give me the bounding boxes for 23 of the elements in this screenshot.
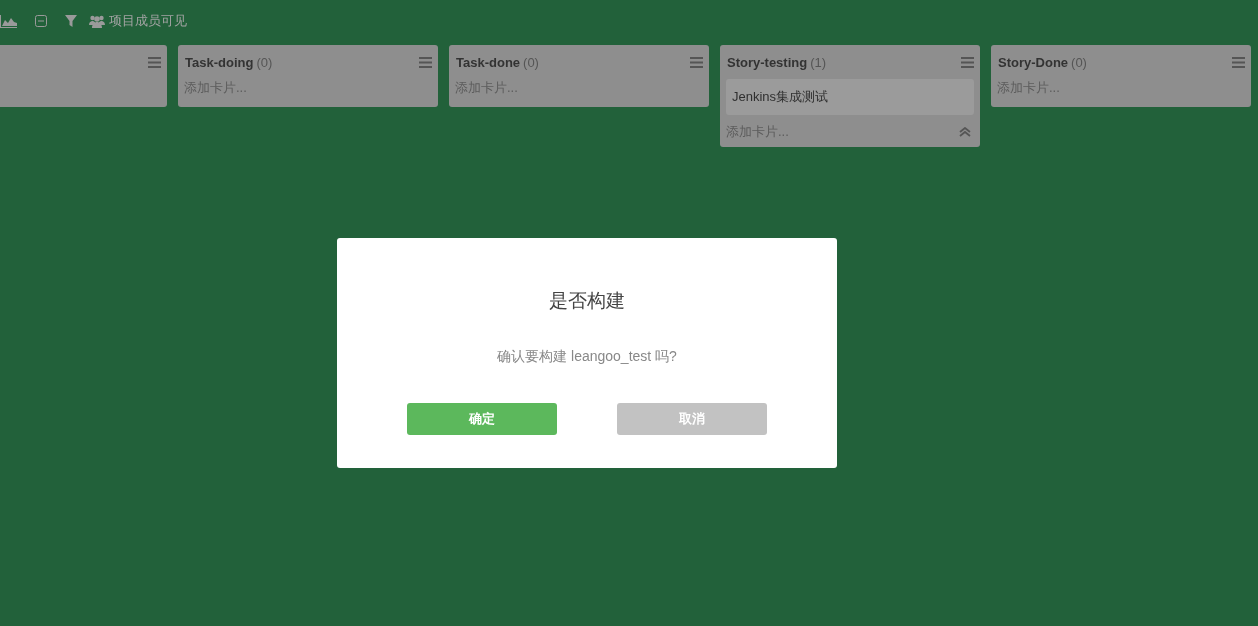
dialog-title: 是否构建 (549, 289, 625, 313)
chart-icon[interactable] (0, 14, 17, 28)
card-count: (0) (1071, 55, 1087, 70)
card-count: (0) (523, 55, 539, 70)
cancel-button[interactable]: 取消 (617, 403, 767, 435)
list-title: Task-doing (185, 55, 254, 70)
dialog-message: 确认要构建 leangoo_test 吗? (497, 348, 677, 366)
menu-icon[interactable] (1232, 56, 1245, 68)
confirm-button[interactable]: 确定 (407, 403, 557, 435)
task-card[interactable]: Jenkins集成测试 (726, 79, 974, 115)
filter-icon[interactable] (65, 15, 77, 27)
card-count: (1) (810, 55, 827, 70)
list-title: Story-Done (998, 55, 1069, 70)
menu-icon[interactable] (961, 56, 974, 68)
visibility-label[interactable]: 项目成员可见 (109, 12, 187, 30)
users-icon (89, 14, 105, 28)
list-title: Story-testing (727, 55, 808, 70)
menu-icon[interactable] (419, 56, 432, 68)
list-title: Task-done (456, 55, 521, 70)
menu-icon[interactable] (148, 56, 161, 68)
collapse-icon[interactable] (35, 15, 47, 27)
double-chevron-up-icon[interactable] (959, 127, 971, 137)
menu-icon[interactable] (690, 56, 703, 68)
